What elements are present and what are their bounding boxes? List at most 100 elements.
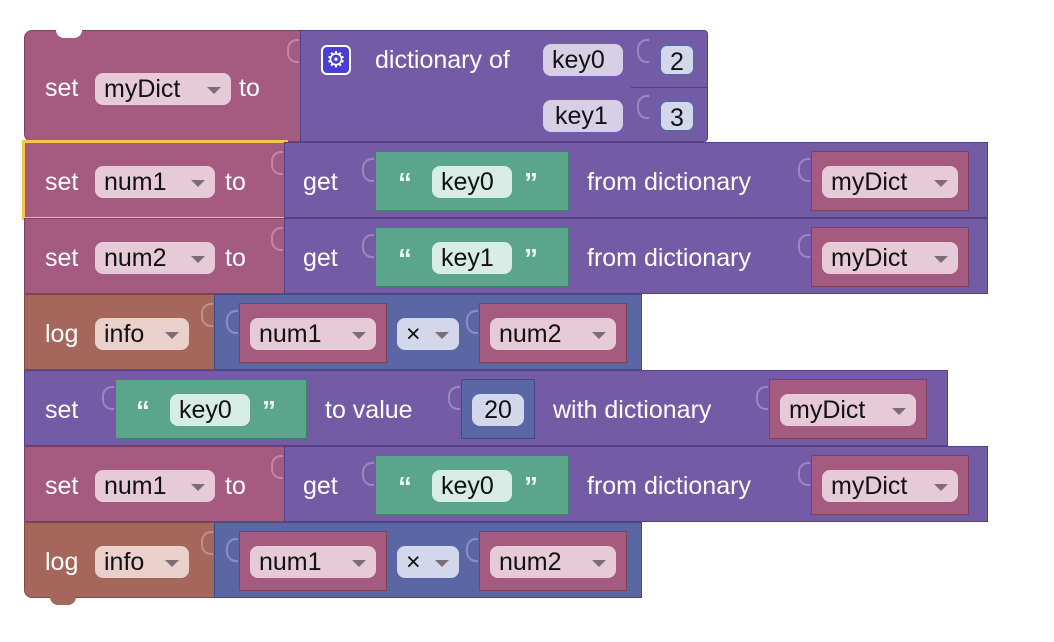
- text-block-key1[interactable]: “ key1 ”: [362, 227, 569, 287]
- open-quote-icon: “: [136, 395, 150, 426]
- variable-dropdown-mydict[interactable]: myDict: [822, 166, 958, 198]
- set-num1-block-selected[interactable]: set num1 to: [22, 140, 288, 220]
- output-connection-tab: [756, 386, 768, 410]
- operator-dropdown[interactable]: ×: [397, 318, 459, 350]
- output-connection-tab: [271, 151, 283, 175]
- to-label: to: [225, 168, 246, 196]
- output-connection-tab: [201, 531, 213, 555]
- text-field-key0[interactable]: key0: [170, 394, 250, 426]
- text-block-key0[interactable]: “ key0 ”: [102, 379, 307, 439]
- set-label: set: [45, 472, 79, 500]
- arithmetic-block[interactable]: num1 × num2: [201, 522, 642, 598]
- output-connection-tab: [362, 462, 374, 486]
- text-field-key1[interactable]: key1: [432, 242, 512, 274]
- output-connection-tab: [226, 310, 238, 334]
- get-from-dictionary-block[interactable]: get “ key0 ” from dictionary myDict: [271, 446, 988, 522]
- text-block-key0[interactable]: “ key0 ”: [362, 455, 569, 515]
- close-quote-icon: ”: [524, 167, 538, 198]
- log-level-dropdown[interactable]: info: [95, 318, 189, 350]
- output-connection-tab: [271, 227, 283, 251]
- variable-dropdown-mydict[interactable]: myDict: [95, 73, 231, 105]
- variable-dropdown-num1[interactable]: num1: [250, 318, 376, 350]
- variable-block-num2[interactable]: num2: [466, 531, 627, 591]
- output-connection-tab: [271, 455, 283, 479]
- set-label: set: [45, 74, 79, 102]
- open-quote-icon: “: [398, 243, 412, 274]
- number-block-20[interactable]: 20: [448, 379, 535, 439]
- open-quote-icon: “: [398, 471, 412, 502]
- get-from-dictionary-block[interactable]: get “ key1 ” from dictionary myDict: [271, 218, 988, 294]
- key-field-key1[interactable]: key1: [543, 100, 623, 132]
- variable-block-mydict[interactable]: myDict: [798, 227, 969, 287]
- variable-dropdown-mydict[interactable]: myDict: [822, 242, 958, 274]
- to-label: to: [225, 472, 246, 500]
- variable-dropdown-num1[interactable]: num1: [250, 546, 376, 578]
- variable-dropdown-num2[interactable]: num2: [490, 318, 616, 350]
- output-connection-tab: [201, 303, 213, 327]
- close-quote-icon: ”: [262, 395, 276, 426]
- output-connection-tab: [798, 234, 810, 258]
- log-block[interactable]: log info: [24, 522, 216, 598]
- from-dictionary-label: from dictionary: [587, 168, 751, 196]
- to-label: to: [225, 244, 246, 272]
- set-mydict-block[interactable]: set myDict to: [24, 30, 302, 142]
- number-value-3[interactable]: 3: [659, 100, 695, 132]
- output-connection-tab: [362, 158, 374, 182]
- variable-dropdown-num1[interactable]: num1: [95, 166, 215, 198]
- set-label: set: [45, 396, 79, 424]
- from-dictionary-label: from dictionary: [587, 244, 751, 272]
- number-field-20[interactable]: 20: [472, 394, 524, 426]
- variable-dropdown-mydict[interactable]: myDict: [780, 394, 916, 426]
- output-connection-tab: [362, 234, 374, 258]
- dictionary-of-label: dictionary of: [375, 46, 510, 74]
- open-quote-icon: “: [398, 167, 412, 198]
- get-label: get: [303, 168, 338, 196]
- variable-block-num1[interactable]: num1: [226, 531, 387, 591]
- to-label: to: [239, 74, 260, 102]
- operator-dropdown[interactable]: ×: [397, 546, 459, 578]
- next-connection-bump: [50, 597, 76, 605]
- set-num2-block[interactable]: set num2 to: [24, 218, 286, 294]
- variable-block-num2[interactable]: num2: [466, 303, 627, 363]
- log-block[interactable]: log info: [24, 294, 216, 370]
- variable-block-mydict[interactable]: myDict: [756, 379, 927, 439]
- from-dictionary-label: from dictionary: [587, 472, 751, 500]
- close-quote-icon: ”: [524, 243, 538, 274]
- log-label: log: [45, 320, 79, 348]
- number-value-2[interactable]: 2: [659, 44, 695, 76]
- text-block-key0[interactable]: “ key0 ”: [362, 151, 569, 211]
- text-field-key0[interactable]: key0: [432, 166, 512, 198]
- output-connection-tab: [798, 158, 810, 182]
- next-connection-notch: [56, 30, 82, 38]
- variable-block-mydict[interactable]: myDict: [798, 455, 969, 515]
- output-connection-tab: [102, 386, 114, 410]
- to-value-label: to value: [325, 396, 413, 424]
- variable-dropdown-num2[interactable]: num2: [490, 546, 616, 578]
- output-connection-tab: [287, 39, 299, 63]
- get-from-dictionary-block[interactable]: get “ key0 ” from dictionary myDict: [271, 142, 988, 218]
- input-socket: [637, 95, 649, 119]
- with-dictionary-label: with dictionary: [553, 396, 712, 424]
- key-field-key0[interactable]: key0: [543, 44, 623, 76]
- arithmetic-block[interactable]: num1 × num2: [201, 294, 642, 370]
- close-quote-icon: ”: [524, 471, 538, 502]
- text-field-key0[interactable]: key0: [432, 470, 512, 502]
- output-connection-tab: [466, 310, 478, 334]
- variable-dropdown-num2[interactable]: num2: [95, 242, 215, 274]
- variable-dropdown-num1[interactable]: num1: [95, 470, 215, 502]
- get-label: get: [303, 244, 338, 272]
- set-label: set: [45, 244, 79, 272]
- variable-block-mydict[interactable]: myDict: [798, 151, 969, 211]
- input-socket: [637, 39, 649, 63]
- set-dictionary-value-block[interactable]: set “ key0 ” to value 20 with dictionary…: [24, 370, 948, 446]
- output-connection-tab: [448, 386, 460, 410]
- variable-dropdown-mydict[interactable]: myDict: [822, 470, 958, 502]
- output-connection-tab: [466, 538, 478, 562]
- dictionary-of-block[interactable]: ⚙ dictionary of key0 2 key1 3: [287, 30, 708, 142]
- get-label: get: [303, 472, 338, 500]
- log-label: log: [45, 548, 79, 576]
- variable-block-num1[interactable]: num1: [226, 303, 387, 363]
- set-num1-block[interactable]: set num1 to: [24, 446, 286, 522]
- gear-icon[interactable]: ⚙: [321, 45, 351, 75]
- log-level-dropdown[interactable]: info: [95, 546, 189, 578]
